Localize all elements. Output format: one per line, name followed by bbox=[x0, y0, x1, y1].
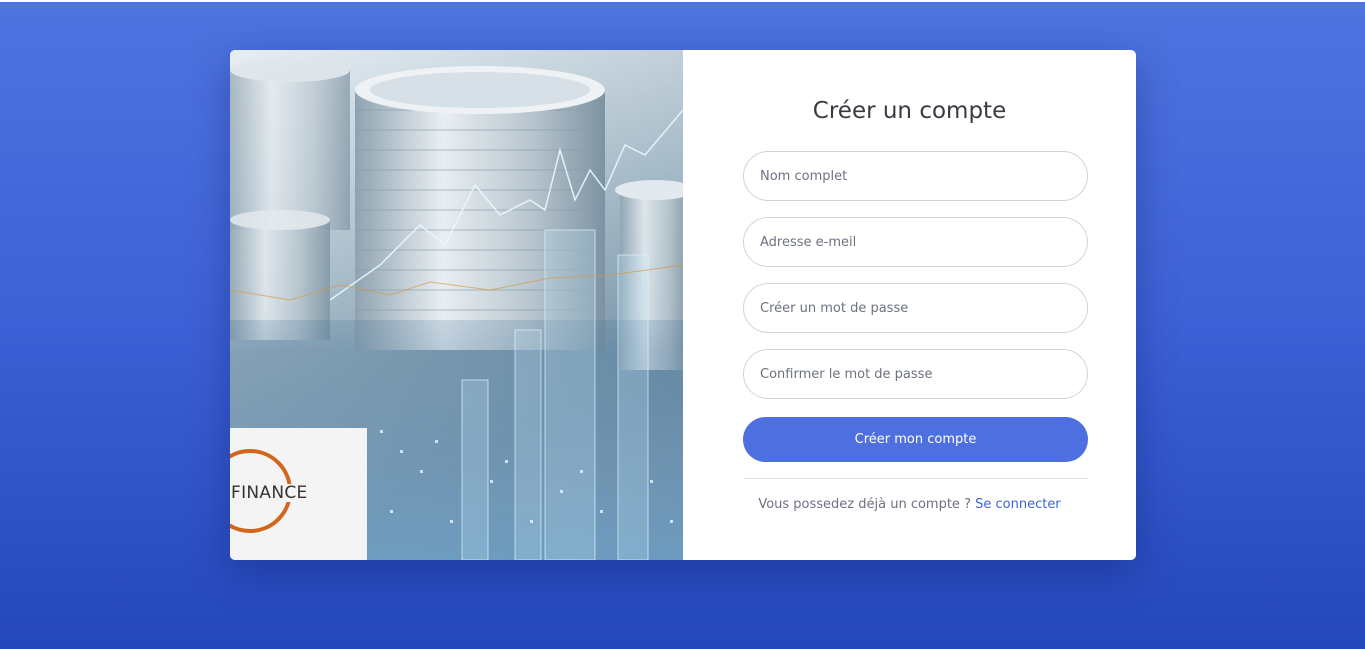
signup-card: FINANCE Créer un compte Créer mon compte… bbox=[230, 50, 1136, 560]
confirm-password-input[interactable] bbox=[743, 349, 1088, 399]
email-input[interactable] bbox=[743, 217, 1088, 267]
hero-image: FINANCE bbox=[230, 50, 683, 560]
full-name-input[interactable] bbox=[743, 151, 1088, 201]
finance-logo: FINANCE bbox=[230, 428, 367, 560]
login-prompt-text: Vous possedez déjà un compte ? bbox=[758, 497, 971, 512]
logo-text: FINANCE bbox=[231, 483, 308, 503]
divider bbox=[743, 478, 1088, 479]
form-title: Créer un compte bbox=[812, 98, 1007, 124]
signup-form: Créer un compte Créer mon compte Vous po… bbox=[683, 50, 1136, 560]
login-link[interactable]: Se connecter bbox=[975, 497, 1061, 512]
create-account-button[interactable]: Créer mon compte bbox=[743, 417, 1088, 462]
login-prompt: Vous possedez déjà un compte ? Se connec… bbox=[683, 497, 1136, 512]
password-input[interactable] bbox=[743, 283, 1088, 333]
